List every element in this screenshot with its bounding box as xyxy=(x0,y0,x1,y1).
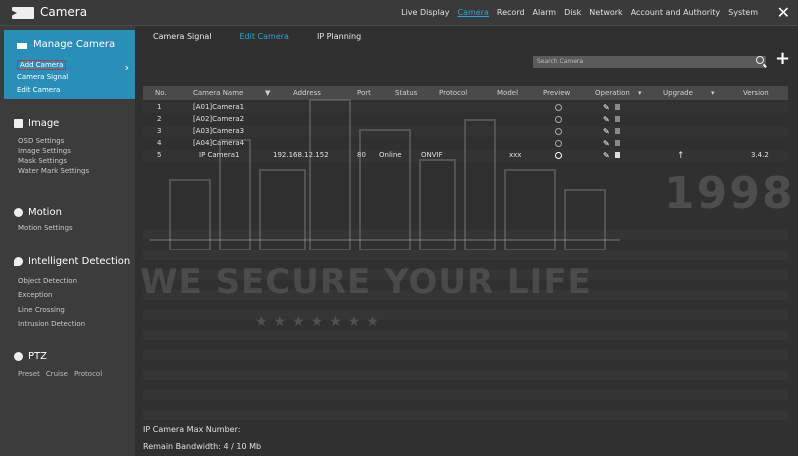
max-number-label: IP Camera Max Number: xyxy=(143,425,241,434)
nav-live-display[interactable]: Live Display xyxy=(401,8,449,17)
camera-icon xyxy=(11,7,34,19)
nav-alarm[interactable]: Alarm xyxy=(533,8,557,17)
tab-bar: Camera Signal Edit Camera IP Planning xyxy=(153,32,361,41)
watermark-stars: ★★★★★★★ xyxy=(255,314,385,330)
watermark-year: 1998 xyxy=(664,168,795,219)
camera-icon xyxy=(17,43,27,49)
sidebar-item-mask-settings[interactable]: Mask Settings xyxy=(18,157,67,165)
sidebar-item-exception[interactable]: Exception xyxy=(18,291,52,299)
motion-icon xyxy=(14,208,23,217)
sidebar-item-camera-signal[interactable]: Camera Signal xyxy=(17,73,68,81)
sidebar-title-intelligent: Intelligent Detection xyxy=(28,256,131,267)
sidebar-item-edit-camera[interactable]: Edit Camera xyxy=(17,86,60,94)
image-icon xyxy=(14,119,23,128)
sidebar-title-image: Image xyxy=(28,118,60,129)
col-version: Version xyxy=(743,89,769,97)
bandwidth-row: Remain Bandwidth: 4 / 10 Mb xyxy=(143,442,261,451)
sidebar-section-manage-camera[interactable]: Manage Camera Add Camera Camera Signal E… xyxy=(4,30,135,99)
sidebar-item-object-detection[interactable]: Object Detection xyxy=(18,277,77,285)
sidebar-item-motion-settings[interactable]: Motion Settings xyxy=(18,224,73,232)
cell-version: 3.4.2 xyxy=(751,151,769,159)
watermark-skyline xyxy=(150,99,620,250)
chevron-down-icon[interactable]: ▾ xyxy=(711,89,715,97)
bandwidth-value: 4 / 10 Mb xyxy=(223,442,262,451)
add-camera-button[interactable]: + xyxy=(775,50,790,68)
chevron-right-icon: › xyxy=(124,61,129,74)
nav-system[interactable]: System xyxy=(728,8,758,17)
sidebar-item-cruise[interactable]: Cruise xyxy=(46,370,68,378)
sidebar-ptz-items: Preset Cruise Protocol xyxy=(18,370,102,378)
col-upgrade: Upgrade xyxy=(663,89,693,97)
tab-edit-camera[interactable]: Edit Camera xyxy=(240,32,289,41)
sidebar-title-ptz: PTZ xyxy=(28,351,47,362)
sidebar-item-osd-settings[interactable]: OSD Settings xyxy=(18,137,64,145)
sidebar-group-ptz[interactable]: PTZ xyxy=(14,351,47,362)
table-empty-area xyxy=(143,220,788,425)
sidebar-item-watermark-settings[interactable]: Water Mark Settings xyxy=(18,167,89,175)
nav-disk[interactable]: Disk xyxy=(564,8,581,17)
top-nav: Live Display Camera Record Alarm Disk Ne… xyxy=(401,8,758,17)
sidebar-item-preset[interactable]: Preset xyxy=(18,370,40,378)
nav-record[interactable]: Record xyxy=(497,8,525,17)
sidebar-item-add-camera[interactable]: Add Camera xyxy=(17,60,67,70)
sidebar-title-motion: Motion xyxy=(28,207,62,218)
chevron-down-icon[interactable]: ▾ xyxy=(638,89,642,97)
sidebar-group-image[interactable]: Image xyxy=(14,118,59,129)
sidebar-item-intrusion-detection[interactable]: Intrusion Detection xyxy=(18,320,85,328)
upgrade-icon[interactable]: ↑ xyxy=(677,151,685,161)
sidebar-item-image-settings[interactable]: Image Settings xyxy=(18,147,71,155)
app-title: Camera xyxy=(40,5,88,19)
sidebar-title-manage-camera: Manage Camera xyxy=(33,39,116,50)
search-icon[interactable] xyxy=(756,56,764,64)
nav-account[interactable]: Account and Authority xyxy=(631,8,720,17)
search-input[interactable]: Search Camera xyxy=(533,56,766,68)
close-icon[interactable]: ✕ xyxy=(777,3,790,22)
bandwidth-label: Remain Bandwidth: xyxy=(143,442,221,451)
sidebar-item-line-crossing[interactable]: Line Crossing xyxy=(18,306,65,314)
intelligent-detection-icon xyxy=(14,257,23,266)
sidebar-group-motion[interactable]: Motion xyxy=(14,207,62,218)
top-bar: Camera Live Display Camera Record Alarm … xyxy=(0,0,798,26)
sidebar-item-protocol[interactable]: Protocol xyxy=(74,370,102,378)
tab-ip-planning[interactable]: IP Planning xyxy=(317,32,361,41)
sidebar-group-intelligent[interactable]: Intelligent Detection xyxy=(14,256,130,267)
watermark-slogan: WE SECURE YOUR LIFE xyxy=(140,262,592,302)
tab-camera-signal[interactable]: Camera Signal xyxy=(153,32,212,41)
sidebar: Manage Camera Add Camera Camera Signal E… xyxy=(0,26,135,456)
nav-network[interactable]: Network xyxy=(589,8,622,17)
ptz-icon xyxy=(14,352,23,361)
nav-camera[interactable]: Camera xyxy=(458,8,489,17)
